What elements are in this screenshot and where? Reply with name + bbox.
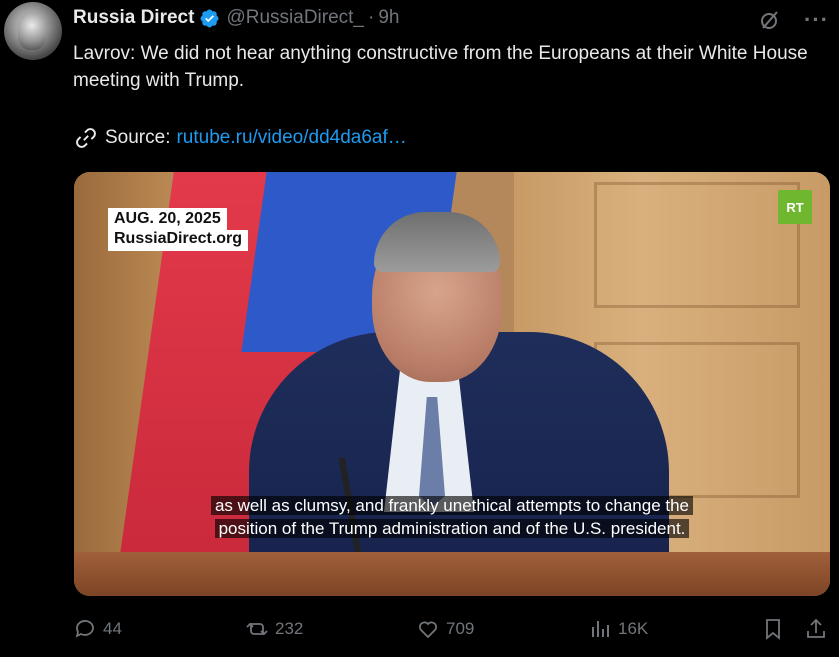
tweet-time[interactable]: 9h: [378, 7, 399, 29]
separator-dot: ·: [368, 7, 375, 28]
like-count: 709: [446, 619, 475, 638]
heart-icon: [419, 621, 437, 639]
source-link[interactable]: rutube.ru/video/dd4da6af…: [176, 127, 406, 149]
reply-button[interactable]: 44: [73, 617, 122, 641]
repost-button[interactable]: 232: [245, 617, 303, 641]
author-avatar[interactable]: [4, 2, 62, 60]
reply-icon: [75, 620, 94, 638]
bookmark-button[interactable]: [761, 617, 791, 641]
subtitle-line-1: as well as clumsy, and frankly unethical…: [210, 496, 694, 515]
rt-logo: RT: [778, 190, 812, 224]
like-button[interactable]: 709: [416, 617, 474, 641]
more-icon[interactable]: ···: [804, 9, 829, 31]
video-player[interactable]: AUG. 20, 2025 RussiaDirect.org RT as wel…: [74, 172, 830, 596]
reply-count: 44: [103, 619, 122, 638]
video-subtitles: as well as clumsy, and frankly unethical…: [74, 494, 830, 540]
video-site-overlay: RussiaDirect.org: [108, 230, 249, 251]
share-button[interactable]: [804, 617, 834, 641]
verified-badge-icon: [200, 9, 219, 27]
source-label: Source:: [105, 127, 171, 148]
link-icon: [76, 128, 96, 148]
subtitle-line-2: position of the Trump administration and…: [214, 519, 690, 538]
views-button[interactable]: 16K: [588, 617, 648, 641]
desk: [74, 552, 830, 596]
author-handle[interactable]: @RussiaDirect_: [226, 7, 364, 29]
video-date-overlay: AUG. 20, 2025: [108, 208, 227, 231]
views-count: 16K: [618, 619, 649, 638]
bookmark-icon: [766, 619, 780, 640]
grok-icon[interactable]: [758, 8, 782, 32]
tweet-header: Russia Direct @RussiaDirect_ · 9h: [73, 7, 399, 29]
tweet-action-bar: 44 232 709 16K: [73, 617, 830, 643]
tweet-top-actions: ···: [758, 8, 829, 32]
share-icon: [807, 618, 825, 638]
tweet-text: Lavrov: We did not hear anything constru…: [73, 43, 808, 91]
author-name[interactable]: Russia Direct: [73, 7, 194, 29]
source-line: Source: rutube.ru/video/dd4da6af…: [73, 125, 407, 151]
repost-count: 232: [275, 619, 304, 638]
views-chart-icon: [592, 621, 609, 637]
repost-icon: [246, 622, 268, 636]
